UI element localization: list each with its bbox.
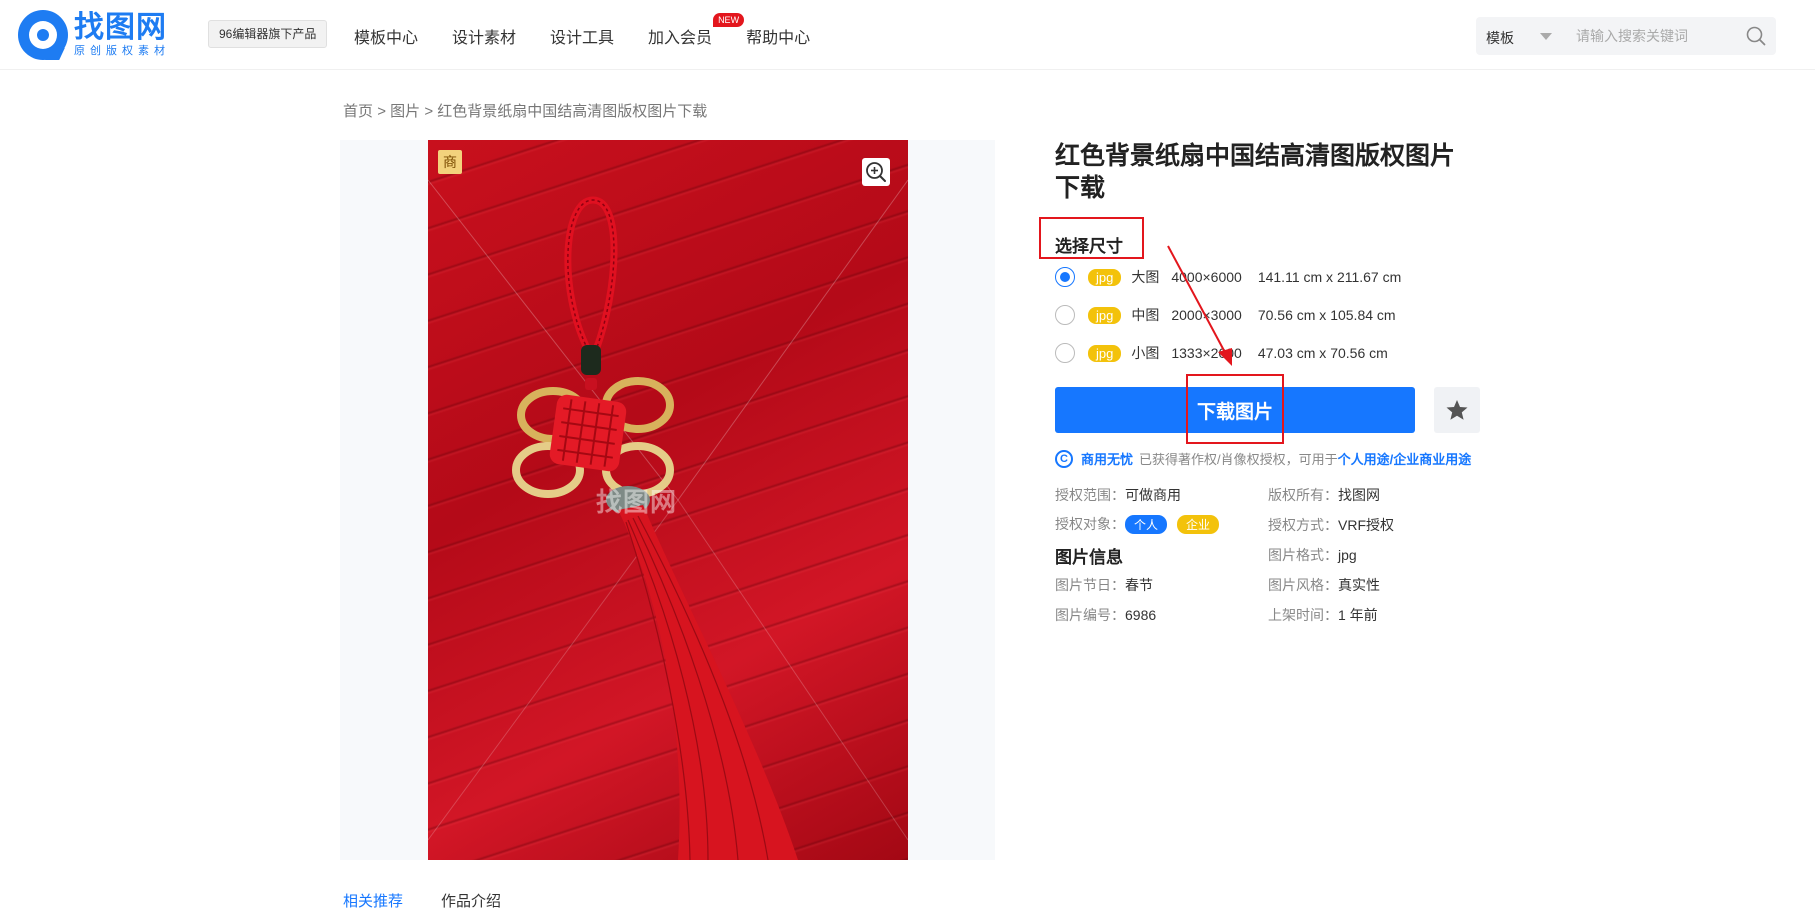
meta-value: 6986 [1125,607,1157,623]
meta-label: 图片编号： [1055,607,1125,623]
format-badge: jpg [1088,268,1122,286]
logo-icon [18,10,68,60]
size-cm: 47.03 cm x 70.56 cm [1257,345,1388,361]
format-badge: jpg [1088,306,1122,324]
logo-title: 找图网 [74,11,167,44]
chevron-down-icon[interactable] [1540,33,1552,40]
image-info-heading: 图片信息 [1055,548,1123,567]
copyright-icon: C [1055,449,1073,468]
license-text: 已获得著作权/肖像权授权，可用于 [1139,452,1338,467]
search-bar: 模板 [1476,17,1776,55]
star-icon [1446,400,1468,420]
info-style: 图片风格：真实性 [1268,575,1380,595]
logo-subtitle: 原创版权素材 [74,45,170,57]
preview-panel: 商 找图网 [340,140,995,860]
target-company-badge: 企业 [1177,515,1220,534]
nav-materials[interactable]: 设计素材 [452,24,516,48]
favorite-button[interactable] [1434,387,1480,433]
meta-owner: 版权所有：找图网 [1268,485,1380,505]
meta-label: 图片节日： [1055,577,1125,593]
meta-label: 图片风格： [1268,577,1338,593]
meta-scope: 授权范围：可做商用 [1055,485,1181,505]
meta-value: 真实性 [1338,577,1380,593]
license-usage-link[interactable]: 个人用途/企业商业用途 [1338,449,1472,468]
target-personal-badge: 个人 [1125,515,1168,534]
info-festival: 图片节日：春节 [1055,575,1153,595]
preview-image[interactable]: 商 找图网 [428,140,908,860]
license-strong: 商用无忧 [1081,452,1134,467]
info-time: 上架时间：1 年前 [1268,605,1378,625]
nav-tools[interactable]: 设计工具 [550,24,614,48]
size-cm: 141.11 cm x 211.67 cm [1257,269,1402,285]
search-icon[interactable] [1746,26,1766,46]
meta-label: 图片格式： [1268,547,1338,563]
content-tabs: 相关推荐 作品介绍 [343,890,539,919]
main-nav: 模板中心 设计素材 设计工具 加入会员 NEW 帮助中心 [354,13,844,48]
nav-help[interactable]: 帮助中心 [746,24,810,48]
annotation-box [1186,374,1284,444]
info-id: 图片编号：6986 [1055,605,1156,625]
radio-button[interactable] [1055,267,1075,287]
annotation-box [1039,217,1144,259]
breadcrumb: 首页 > 图片 > 红色背景纸扇中国结高清图版权图片下载 [343,100,707,121]
radio-button[interactable] [1055,305,1075,325]
site-logo[interactable]: 找图网 原创版权素材 [18,10,170,60]
tab-description[interactable]: 作品介绍 [441,890,501,919]
size-name: 小图 [1131,345,1160,361]
meta-method: 授权方式：VRF授权 [1268,515,1394,535]
size-name: 中图 [1131,307,1160,323]
page-title: 红色背景纸扇中国结高清图版权图片下载 [1055,142,1456,202]
search-category-select[interactable]: 模板 [1486,28,1514,48]
nav-join-vip-label: 加入会员 [648,30,713,47]
site-header: 找图网 原创版权素材 96编辑器旗下产品 模板中心 设计素材 设计工具 加入会员… [0,0,1815,70]
new-badge: NEW [713,13,745,27]
annotation-arrow [1167,245,1232,366]
meta-label: 授权范围： [1055,487,1125,503]
format-badge: jpg [1088,344,1122,362]
meta-value: 1 年前 [1338,607,1378,623]
tab-related[interactable]: 相关推荐 [343,890,403,919]
meta-value: 春节 [1125,577,1153,593]
meta-label: 授权方式： [1268,517,1338,533]
meta-target: 授权对象： 个人 企业 [1055,514,1229,534]
breadcrumb-home[interactable]: 首页 [343,103,373,120]
meta-label: 上架时间： [1268,607,1338,623]
watermark: 找图网 [596,487,678,517]
meta-value: VRF授权 [1338,517,1394,533]
breadcrumb-separator: > [424,103,434,120]
info-format: 图片格式：jpg [1268,545,1357,565]
breadcrumb-current: 红色背景纸扇中国结高清图版权图片下载 [437,103,708,120]
meta-label: 版权所有： [1268,487,1338,503]
license-notice: C 商用无忧 已获得著作权/肖像权授权，可用于 个人用途/企业商业用途 [1055,449,1471,468]
radio-button[interactable] [1055,343,1075,363]
meta-label: 授权对象： [1055,516,1125,532]
commercial-badge: 商 [438,150,462,174]
meta-value: 找图网 [1338,487,1380,503]
zoom-in-icon[interactable] [862,158,890,186]
nav-templates[interactable]: 模板中心 [354,24,418,48]
product-tag[interactable]: 96编辑器旗下产品 [208,20,328,48]
meta-value: jpg [1338,547,1357,563]
breadcrumb-section[interactable]: 图片 [390,103,420,120]
nav-join-vip[interactable]: 加入会员 NEW [648,13,745,48]
size-cm: 70.56 cm x 105.84 cm [1257,307,1396,323]
meta-value: 可做商用 [1125,487,1181,503]
search-input[interactable] [1576,23,1731,49]
size-name: 大图 [1131,269,1160,285]
breadcrumb-separator: > [377,103,386,120]
